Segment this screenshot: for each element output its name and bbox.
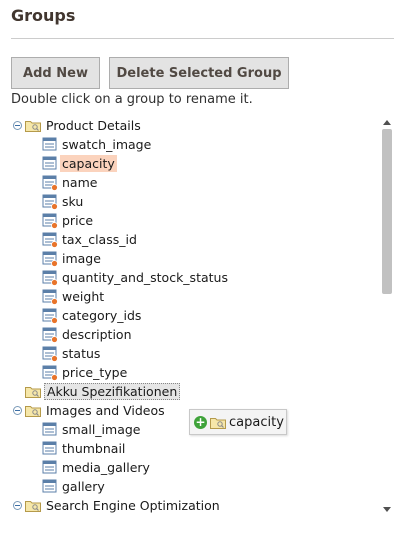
tree-attribute[interactable]: tax_class_id (42, 230, 139, 249)
tree-attribute-label[interactable]: swatch_image (60, 136, 153, 153)
tree-group[interactable]: Product Details (13, 116, 143, 135)
system-attribute-icon (42, 251, 58, 267)
tree-attribute-label[interactable]: quantity_and_stock_status (60, 269, 230, 286)
tree-scrollbar[interactable] (381, 117, 393, 517)
attribute-icon (42, 137, 57, 150)
collapse-toggle-icon[interactable] (13, 406, 22, 415)
delete-selected-group-button[interactable]: Delete Selected Group (109, 57, 289, 89)
attribute-icon (42, 156, 57, 169)
tree-attribute[interactable]: status (42, 344, 102, 363)
folder-icon (25, 121, 41, 132)
tree-attribute-label[interactable]: sku (60, 193, 85, 210)
folder-icon (25, 406, 41, 417)
system-attribute-icon (42, 327, 58, 343)
tree-attribute[interactable]: swatch_image (42, 135, 153, 154)
tree-attribute-label[interactable]: weight (60, 288, 106, 305)
tree-attribute[interactable]: gallery (42, 477, 107, 496)
tree-attribute-label[interactable]: description (60, 326, 134, 343)
folder-icon (25, 387, 41, 398)
tree-attribute-label[interactable]: name (60, 174, 99, 191)
tree-group-label[interactable]: Images and Videos (44, 402, 167, 419)
tree-group[interactable]: Akku Spezifikationen (25, 382, 181, 401)
tree-attribute-label[interactable]: price_type (60, 364, 129, 381)
tree-attribute[interactable]: quantity_and_stock_status (42, 268, 230, 287)
tree-attribute-label[interactable]: capacity (60, 155, 117, 172)
system-attribute-icon (42, 346, 58, 362)
tree-attribute-label[interactable]: price (60, 212, 95, 229)
system-attribute-icon (42, 213, 58, 229)
attribute-icon (42, 479, 57, 492)
system-attribute-icon (42, 365, 58, 381)
tree-attribute-label[interactable]: gallery (60, 478, 107, 495)
folder-icon (25, 501, 41, 512)
tree-attribute[interactable]: category_ids (42, 306, 143, 325)
scroll-thumb[interactable] (382, 129, 392, 294)
tree-attribute-label[interactable]: small_image (60, 421, 142, 438)
tree-attribute-label[interactable]: category_ids (60, 307, 143, 324)
system-attribute-icon (42, 175, 58, 191)
title-divider (11, 38, 394, 39)
scroll-down-icon[interactable] (383, 507, 391, 512)
tree-attribute-label[interactable]: media_gallery (60, 459, 152, 476)
tree-attribute[interactable]: thumbnail (42, 439, 127, 458)
folder-icon (210, 417, 226, 429)
attribute-icon (42, 422, 57, 435)
tree-group[interactable]: Search Engine Optimization (13, 496, 222, 515)
tree-attribute[interactable]: weight (42, 287, 106, 306)
tree-attribute[interactable]: media_gallery (42, 458, 152, 477)
attribute-icon (42, 441, 57, 454)
tree-attribute[interactable]: price (42, 211, 95, 230)
tree-group[interactable]: Images and Videos (13, 401, 167, 420)
collapse-toggle-icon[interactable] (13, 501, 22, 510)
tree-attribute[interactable]: image (42, 249, 103, 268)
attribute-icon (42, 460, 57, 473)
tree-attribute[interactable]: price_type (42, 363, 129, 382)
drag-ghost: + capacity (189, 409, 287, 435)
collapse-toggle-icon[interactable] (13, 121, 22, 130)
tree-attribute[interactable]: sku (42, 192, 85, 211)
rename-hint: Double click on a group to rename it. (11, 92, 253, 107)
page-title: Groups (11, 6, 76, 25)
tree-attribute[interactable]: capacity (42, 154, 117, 173)
system-attribute-icon (42, 232, 58, 248)
drag-ghost-label: capacity (229, 414, 284, 430)
tree-attribute-label[interactable]: status (60, 345, 102, 362)
tree-attribute-label[interactable]: tax_class_id (60, 231, 139, 248)
system-attribute-icon (42, 270, 58, 286)
tree-attribute-label[interactable]: thumbnail (60, 440, 127, 457)
tree-group-label[interactable]: Search Engine Optimization (44, 497, 222, 514)
add-icon: + (194, 414, 207, 429)
system-attribute-icon (42, 308, 58, 324)
scroll-up-icon[interactable] (383, 120, 391, 125)
tree-attribute-label[interactable]: image (60, 250, 103, 267)
tree-group-label[interactable]: Product Details (44, 117, 143, 134)
add-new-button[interactable]: Add New (11, 57, 100, 89)
tree-group-label[interactable]: Akku Spezifikationen (44, 383, 181, 400)
tree-attribute[interactable]: small_image (42, 420, 142, 439)
tree-attribute[interactable]: name (42, 173, 99, 192)
system-attribute-icon (42, 194, 58, 210)
tree-attribute[interactable]: description (42, 325, 134, 344)
attribute-group-tree[interactable]: Product Details swatch_image capacity name s… (11, 114, 381, 516)
system-attribute-icon (42, 289, 58, 305)
